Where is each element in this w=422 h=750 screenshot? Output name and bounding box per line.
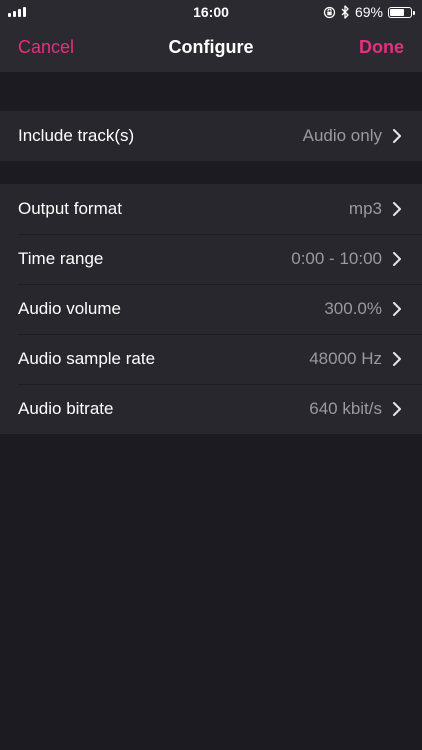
chevron-right-icon [393, 402, 401, 416]
status-bar: 16:00 69% [0, 0, 422, 24]
tracks-group: Include track(s) Audio only [0, 111, 422, 161]
battery-fill [390, 8, 404, 16]
settings-row-audio-bitrate[interactable]: Audio bitrate 640 kbit/s [0, 384, 422, 434]
settings-row-output-format[interactable]: Output format mp3 [0, 184, 422, 234]
settings-row-audio-volume[interactable]: Audio volume 300.0% [0, 284, 422, 334]
row-value: 300.0% [324, 299, 382, 318]
settings-row-time-range[interactable]: Time range 0:00 - 10:00 [0, 234, 422, 284]
chevron-right-icon [393, 129, 401, 143]
row-value: 0:00 - 10:00 [291, 249, 382, 268]
bluetooth-icon [341, 5, 349, 19]
battery-percent: 69% [354, 4, 383, 20]
chevron-right-icon [393, 352, 401, 366]
battery-icon [388, 6, 415, 18]
row-label: Time range [18, 249, 104, 268]
row-label: Audio volume [18, 299, 122, 318]
chevron-right-icon [393, 202, 401, 216]
orientation-lock-icon [323, 6, 336, 18]
row-label: Audio bitrate [18, 399, 114, 418]
row-value: mp3 [348, 199, 382, 218]
row-value: Audio only [302, 126, 382, 145]
row-label: Include track(s) [18, 126, 135, 145]
status-right: 69% [323, 4, 415, 20]
output-settings-group: Output format mp3 Time range 0:00 - 10:00 Au… [0, 184, 422, 434]
row-value: 48000 Hz [309, 349, 382, 368]
done-button[interactable]: Done [359, 37, 404, 58]
chevron-right-icon [393, 252, 401, 266]
navigation-bar: Cancel Configure Done [0, 24, 422, 72]
row-value: 640 kbit/s [309, 399, 382, 418]
chevron-right-icon [393, 302, 401, 316]
row-label: Audio sample rate [18, 349, 156, 368]
settings-row-include-tracks[interactable]: Include track(s) Audio only [0, 111, 422, 161]
row-label: Output format [18, 199, 122, 218]
settings-row-audio-sample-rate[interactable]: Audio sample rate 48000 Hz [0, 334, 422, 384]
